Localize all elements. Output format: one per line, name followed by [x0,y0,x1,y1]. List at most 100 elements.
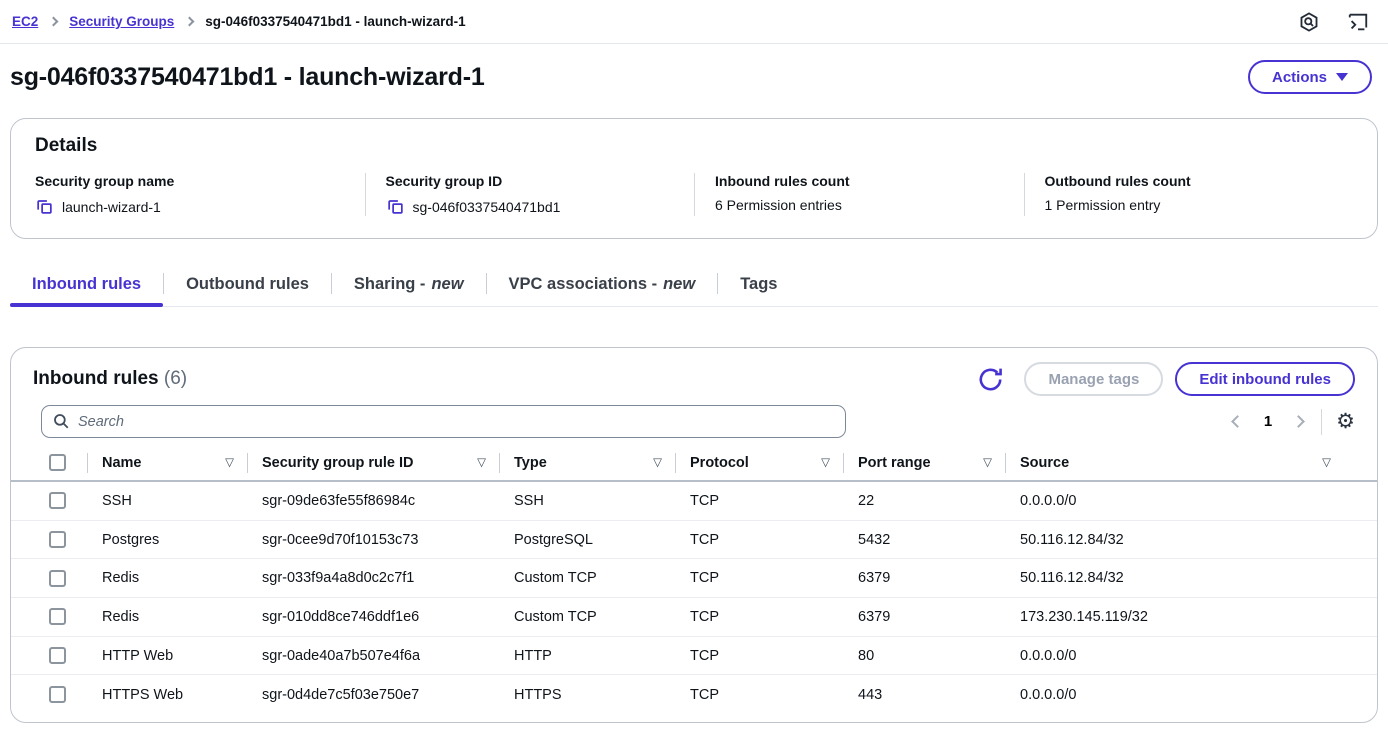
inbound-rules-panel: Inbound rules (6) Manage tags Edit inbou… [10,347,1378,723]
cell-port-range: 443 [843,687,1005,703]
cell-rule-id: sgr-033f9a4a8d0c2c7f1 [247,570,499,586]
tab-label: Sharing - [354,275,426,294]
row-checkbox[interactable] [49,686,66,703]
tab-inbound-rules[interactable]: Inbound rules [10,269,163,306]
cell-port-range: 6379 [843,570,1005,586]
row-checkbox[interactable] [49,570,66,587]
cell-source: 0.0.0.0/0 [1005,493,1377,509]
field-label: Security group name [35,173,349,189]
breadcrumb: EC2 Security Groups sg-046f0337540471bd1… [12,14,466,29]
cell-protocol: TCP [675,687,843,703]
amazon-q-hexagon-icon [1298,11,1320,33]
cell-source: 50.116.12.84/32 [1005,532,1377,548]
sort-filter-icon: ▽ [225,457,234,469]
pager-divider [1321,409,1322,435]
column-header-name[interactable]: Name ▽ [87,452,247,474]
tab-label: Inbound rules [32,275,141,294]
cell-name: Redis [87,570,247,586]
tab-tags[interactable]: Tags [718,269,799,306]
cell-type: PostgreSQL [499,532,675,548]
chevron-left-icon [1231,415,1244,428]
edit-inbound-rules-button[interactable]: Edit inbound rules [1175,362,1355,396]
cell-protocol: TCP [675,570,843,586]
page-number[interactable]: 1 [1260,413,1276,430]
cell-type: HTTP [499,648,675,664]
cell-source: 50.116.12.84/32 [1005,570,1377,586]
cell-protocol: TCP [675,609,843,625]
panel-title-text: Inbound rules [33,368,159,389]
actions-button[interactable]: Actions [1248,60,1372,94]
column-header-rule-id[interactable]: Security group rule ID ▽ [247,452,499,474]
tab-label: Tags [740,275,777,294]
cell-type: SSH [499,493,675,509]
cell-source: 173.230.145.119/32 [1005,609,1377,625]
sort-filter-icon: ▽ [821,457,830,469]
tab-vpc-associations[interactable]: VPC associations - new [487,269,718,306]
row-checkbox[interactable] [49,608,66,625]
cloudshell-button[interactable] [1346,11,1370,33]
cell-protocol: TCP [675,532,843,548]
tab-label: Outbound rules [186,275,309,294]
panel-title: Inbound rules (6) [33,368,187,390]
breadcrumb-chevron-icon [185,17,195,27]
refresh-button[interactable] [975,364,1006,395]
cell-name: SSH [87,493,247,509]
breadcrumb-link-ec2[interactable]: EC2 [12,14,38,29]
tab-label: VPC associations - [509,275,658,294]
breadcrumb-link-security-groups[interactable]: Security Groups [69,14,174,29]
sort-filter-icon: ▽ [653,457,662,469]
inbound-rules-count-value: 6 Permission entries [715,197,842,213]
cell-rule-id: sgr-0cee9d70f10153c73 [247,532,499,548]
row-checkbox[interactable] [49,531,66,548]
field-label: Outbound rules count [1045,173,1338,189]
previous-page-button[interactable] [1229,413,1246,430]
search-input[interactable] [41,405,846,438]
cell-port-range: 5432 [843,532,1005,548]
cell-type: HTTPS [499,687,675,703]
column-label: Type [514,455,547,471]
cell-port-range: 80 [843,648,1005,664]
table-settings-button[interactable]: ⚙ [1336,411,1355,432]
select-all-checkbox[interactable] [49,454,66,471]
gear-icon: ⚙ [1336,411,1355,432]
amazon-q-button[interactable] [1298,11,1320,33]
security-group-id-value: sg-046f0337540471bd1 [413,199,561,215]
search-icon [52,412,70,435]
cell-protocol: TCP [675,493,843,509]
sort-filter-icon: ▽ [983,457,992,469]
column-label: Security group rule ID [262,455,413,471]
row-checkbox[interactable] [49,492,66,509]
tab-sharing[interactable]: Sharing - new [332,269,486,306]
refresh-icon [975,364,1006,395]
outbound-rules-count-value: 1 Permission entry [1045,197,1161,213]
cell-name: HTTP Web [87,648,247,664]
tab-outbound-rules[interactable]: Outbound rules [164,269,331,306]
field-label: Security group ID [386,173,679,189]
cell-name: HTTPS Web [87,687,247,703]
column-header-source[interactable]: Source ▽ [1005,452,1377,474]
copy-icon[interactable] [35,197,54,216]
cell-rule-id: sgr-0d4de7c5f03e750e7 [247,687,499,703]
chevron-right-icon [1292,415,1305,428]
column-header-port-range[interactable]: Port range ▽ [843,452,1005,474]
details-card: Details Security group name launch-wizar… [10,118,1378,239]
table-row: Redis sgr-033f9a4a8d0c2c7f1 Custom TCP T… [11,559,1377,598]
page-title: sg-046f0337540471bd1 - launch-wizard-1 [10,63,485,92]
column-header-protocol[interactable]: Protocol ▽ [675,452,843,474]
copy-icon[interactable] [386,197,405,216]
table-row: Postgres sgr-0cee9d70f10153c73 PostgreSQ… [11,521,1377,560]
cloudshell-terminal-icon [1346,11,1370,33]
column-header-type[interactable]: Type ▽ [499,452,675,474]
edit-inbound-rules-label: Edit inbound rules [1199,371,1331,388]
tab-bar: Inbound rules Outbound rules Sharing - n… [10,269,1378,307]
breadcrumb-current-page: sg-046f0337540471bd1 - launch-wizard-1 [205,14,465,29]
manage-tags-button[interactable]: Manage tags [1024,362,1163,396]
cell-name: Redis [87,609,247,625]
sort-filter-icon: ▽ [1322,457,1331,469]
cell-type: Custom TCP [499,570,675,586]
tab-new-badge: new [663,275,695,294]
next-page-button[interactable] [1290,413,1307,430]
field-label: Inbound rules count [715,173,1008,189]
row-checkbox[interactable] [49,647,66,664]
column-label: Name [102,455,142,471]
